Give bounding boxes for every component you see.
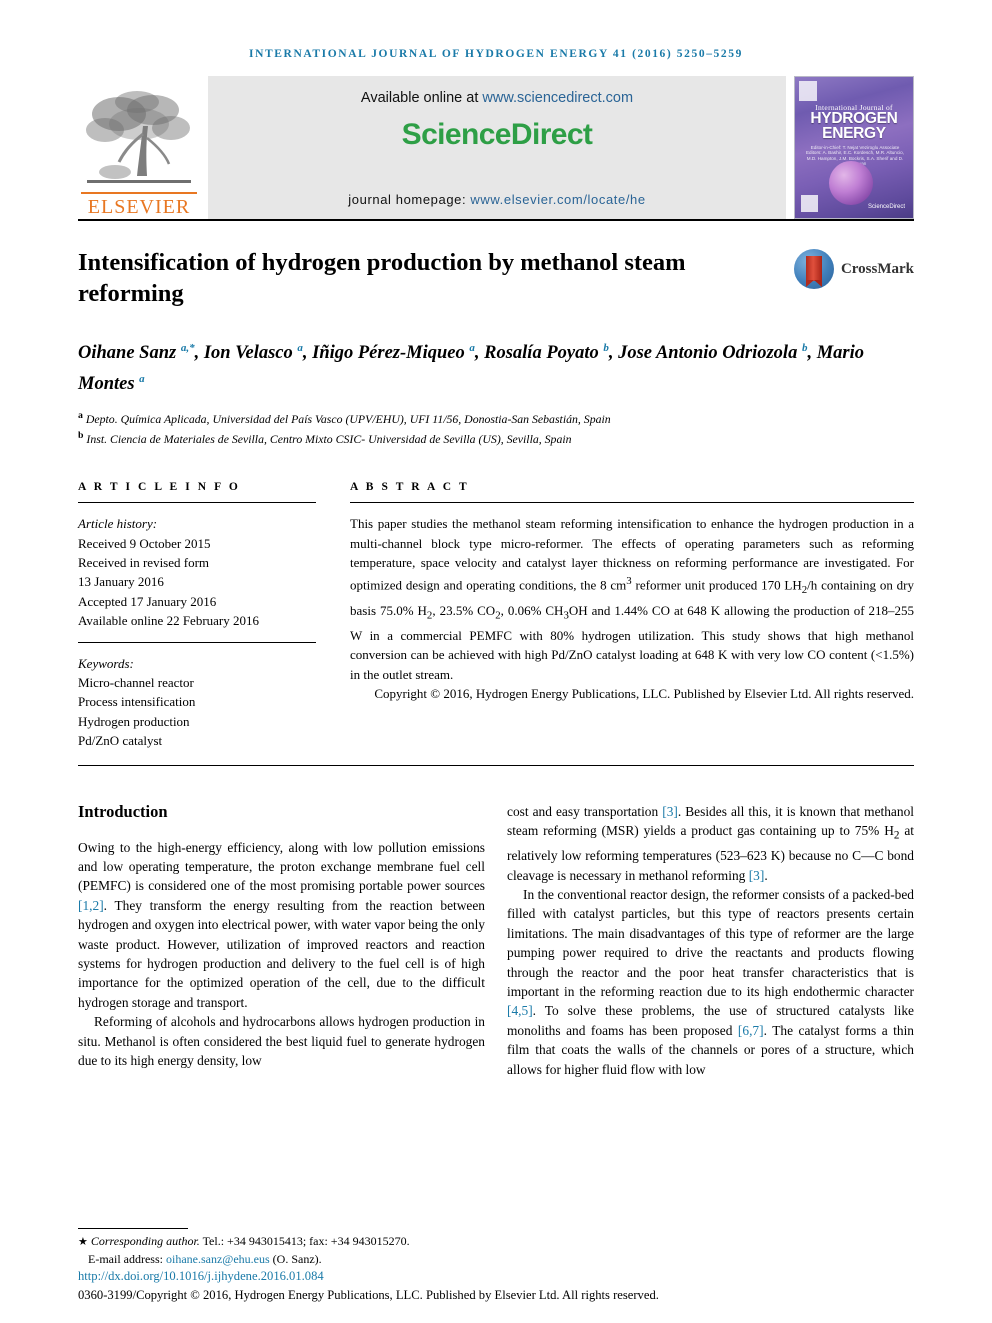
available-online-line: Available online at www.sciencedirect.co…: [361, 90, 633, 106]
cover-title-line2: ENERGY: [822, 125, 886, 142]
elsevier-wordmark: ELSEVIER: [81, 192, 197, 217]
masthead: ELSEVIER Available online at www.science…: [78, 76, 914, 219]
email-line: E-mail address: oihane.sanz@ehu.eus (O. …: [78, 1251, 508, 1268]
email-link[interactable]: oihane.sanz@ehu.eus: [166, 1252, 270, 1266]
cover-publisher-mark-icon: [801, 195, 818, 212]
corresponding-author-footnote: ★ Corresponding author. Tel.: +34 943015…: [78, 1228, 508, 1267]
article-info-divider: [78, 502, 316, 504]
abstract-column: A B S T R A C T This paper studies the m…: [350, 481, 914, 750]
cover-sciencedirect-label: ScienceDirect: [867, 204, 905, 210]
article-history-label: Article history:: [78, 516, 158, 532]
sciencedirect-banner: Available online at www.sciencedirect.co…: [208, 76, 786, 219]
corresponding-author-line: ★ Corresponding author. Tel.: +34 943015…: [78, 1234, 410, 1248]
affiliation-text: Inst. Ciencia de Materiales de Sevilla, …: [86, 431, 572, 446]
cover-elsevier-mark-icon: [799, 81, 817, 101]
history-item: 13 January 2016: [78, 574, 164, 590]
doi-link[interactable]: http://dx.doi.org/10.1016/j.ijhydene.201…: [78, 1269, 324, 1283]
article-info-heading: A R T I C L E I N F O: [78, 481, 241, 494]
paragraph: In the conventional reactor design, the …: [507, 886, 914, 1077]
cover-title: HYDROGEN ENERGY: [795, 110, 913, 142]
crossmark-label: CrossMark: [840, 260, 914, 277]
abstract-divider: [350, 502, 914, 504]
doi-line[interactable]: http://dx.doi.org/10.1016/j.ijhydene.201…: [78, 1269, 324, 1284]
keywords-label: Keywords:: [78, 655, 134, 671]
keywords-block: Keywords: Micro-channel reactor Process …: [78, 654, 316, 751]
body-columns: Introduction Owing to the high-energy ef…: [78, 802, 914, 1079]
affiliation-item: b Inst. Ciencia de Materiales de Sevilla…: [78, 428, 914, 447]
body-column-right: cost and easy transportation [3]. Beside…: [507, 802, 914, 1079]
cover-title-line1: HYDROGEN: [810, 110, 898, 127]
paragraph: cost and easy transportation [3]. Beside…: [507, 803, 914, 883]
crossmark-badge[interactable]: CrossMark: [779, 249, 914, 289]
journal-homepage-label: journal homepage:: [348, 192, 471, 207]
journal-homepage-line: journal homepage: www.elsevier.com/locat…: [348, 192, 645, 207]
keyword-item: Micro-channel reactor: [78, 675, 194, 690]
history-item: Available online 22 February 2016: [78, 613, 259, 629]
cover-sphere-graphic: [829, 161, 873, 205]
affiliation-marker: a: [78, 410, 83, 422]
email-label: E-mail address:: [88, 1251, 166, 1266]
elsevier-tree-icon: [86, 91, 191, 183]
abstract-body: This paper studies the methanol steam re…: [350, 516, 915, 682]
history-item: Accepted 17 January 2016: [78, 593, 217, 609]
journal-cover-thumbnail: International Journal of HYDROGEN ENERGY…: [794, 76, 914, 219]
sciencedirect-word-science: Science: [401, 118, 512, 151]
paragraph: Owing to the high-energy efficiency, alo…: [78, 839, 485, 1010]
corresponding-author-text: Corresponding author. Tel.: +34 94301541…: [90, 1234, 410, 1248]
history-item: Received 9 October 2015: [78, 535, 211, 551]
issn-copyright-line: 0360-3199/Copyright © 2016, Hydrogen Ene…: [78, 1288, 659, 1302]
author-list: Oihane Sanz a,*, Ion Velasco a, Iñigo Pé…: [78, 342, 864, 395]
article-history: Article history: Received 9 October 2015…: [78, 514, 316, 630]
article-first-page: INTERNATIONAL JOURNAL OF HYDROGEN ENERGY…: [0, 0, 992, 1323]
sciencedirect-link[interactable]: www.sciencedirect.com: [482, 90, 633, 106]
affiliation-item: a Depto. Química Aplicada, Universidad d…: [78, 408, 914, 427]
page-title: Intensification of hydrogen production b…: [78, 249, 686, 307]
keyword-item: Pd/ZnO catalyst: [78, 733, 163, 749]
abstract-heading: A B S T R A C T: [350, 481, 470, 494]
journal-homepage-link[interactable]: www.elsevier.com/locate/he: [470, 192, 645, 207]
article-info-column: A R T I C L E I N F O Article history: R…: [78, 481, 316, 750]
sciencedirect-wordmark: ScienceDirect: [402, 118, 593, 152]
abstract-bottom-divider: [78, 764, 914, 766]
journal-running-head: INTERNATIONAL JOURNAL OF HYDROGEN ENERGY…: [249, 48, 743, 60]
keyword-item: Process intensification: [78, 694, 196, 710]
sciencedirect-word-direct: Direct: [510, 118, 593, 151]
masthead-divider: [78, 219, 914, 221]
email-suffix: (O. Sanz).: [269, 1251, 322, 1266]
affiliation-marker: b: [78, 429, 84, 441]
keywords-divider: [78, 641, 316, 643]
info-abstract-region: A R T I C L E I N F O Article history: R…: [78, 481, 914, 750]
section-heading-introduction: Introduction: [78, 801, 168, 821]
crossmark-icon: [793, 249, 834, 289]
keyword-item: Hydrogen production: [78, 713, 190, 729]
title-block: Intensification of hydrogen production b…: [78, 247, 914, 309]
available-online-text: Available online at: [360, 90, 483, 106]
elsevier-logo: ELSEVIER: [78, 76, 200, 219]
abstract-copyright: Copyright © 2016, Hydrogen Energy Public…: [374, 685, 914, 701]
affiliation-text: Depto. Química Aplicada, Universidad del…: [85, 412, 611, 427]
paragraph: Reforming of alcohols and hydrocarbons a…: [78, 1014, 485, 1069]
affiliation-list: a Depto. Química Aplicada, Universidad d…: [78, 408, 914, 447]
footnote-divider: [78, 1228, 188, 1229]
body-column-left: Introduction Owing to the high-energy ef…: [78, 802, 485, 1079]
history-item: Received in revised form: [78, 554, 210, 570]
